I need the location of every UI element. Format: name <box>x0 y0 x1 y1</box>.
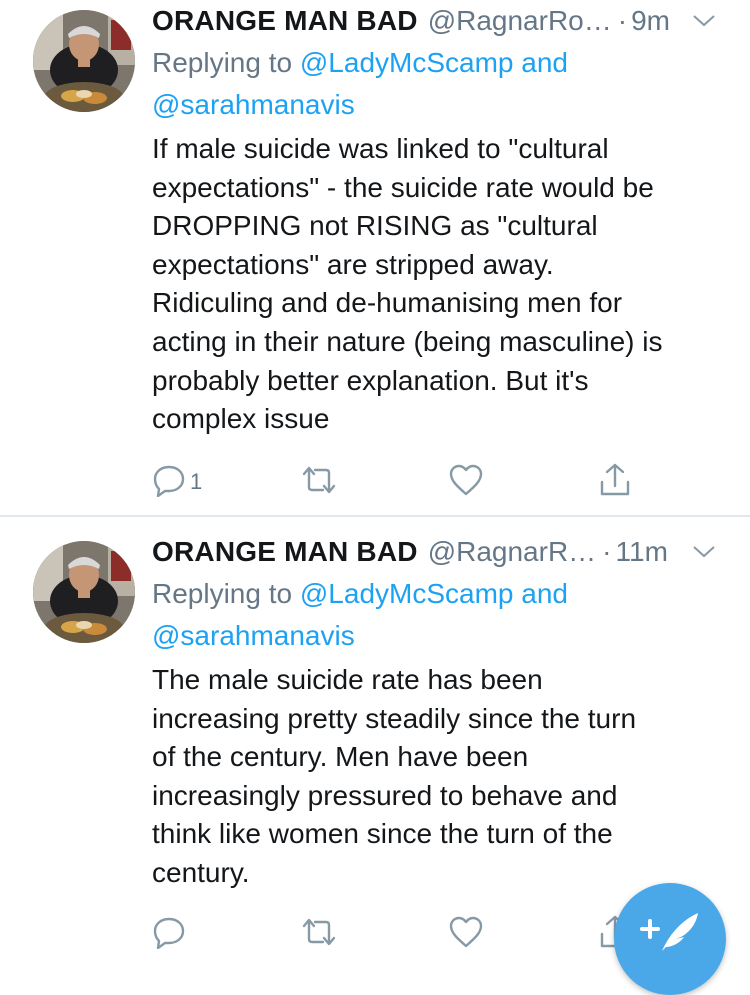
like-button[interactable] <box>448 462 484 502</box>
replying-to-label: Replying to <box>152 47 293 78</box>
user-handle[interactable]: @RagnarR… <box>428 532 596 572</box>
like-icon <box>448 915 484 954</box>
mention-joiner[interactable]: and <box>521 47 568 78</box>
retweet-button[interactable] <box>300 914 338 954</box>
tweet-actions <box>152 914 652 954</box>
mention-link[interactable]: @sarahmanavis <box>152 89 355 120</box>
timestamp[interactable]: 11m <box>616 532 668 572</box>
tweet-text: The male suicide rate has been increasin… <box>152 664 637 888</box>
avatar[interactable] <box>33 10 135 112</box>
mention-link[interactable]: @LadyMcScamp <box>300 578 514 609</box>
avatar[interactable] <box>33 541 135 643</box>
retweet-icon <box>300 917 338 952</box>
timestamp[interactable]: 9m <box>631 1 670 41</box>
like-icon <box>448 463 484 502</box>
tweet-header: ORANGE MAN BAD @RagnarRo… · 9m <box>152 1 720 41</box>
like-button[interactable] <box>448 914 484 954</box>
replying-to: Replying to @LadyMcScamp and @sarahmanav… <box>152 573 720 657</box>
reply-button[interactable] <box>152 914 190 954</box>
compose-tweet-button[interactable] <box>614 883 726 995</box>
display-name[interactable]: ORANGE MAN BAD <box>152 1 418 41</box>
retweet-icon <box>300 465 338 500</box>
replying-to: Replying to @LadyMcScamp and @sarahmanav… <box>152 42 720 126</box>
display-name[interactable]: ORANGE MAN BAD <box>152 532 418 572</box>
reply-count: 1 <box>190 469 203 494</box>
share-icon <box>598 462 632 503</box>
chevron-down-icon[interactable] <box>688 1 720 41</box>
share-button[interactable] <box>598 462 632 502</box>
replying-to-label: Replying to <box>152 578 293 609</box>
tweet-header: ORANGE MAN BAD @RagnarR… · 11m <box>152 532 720 572</box>
reply-icon <box>152 915 186 954</box>
mention-link[interactable]: @sarahmanavis <box>152 620 355 651</box>
mention-joiner[interactable]: and <box>521 578 568 609</box>
retweet-button[interactable] <box>300 462 338 502</box>
tweet[interactable]: ORANGE MAN BAD @RagnarRo… · 9m Replying … <box>0 0 750 515</box>
reply-button[interactable]: 1 <box>152 462 202 502</box>
tweet-actions: 1 <box>152 462 652 502</box>
tweet-text: If male suicide was linked to "cultural … <box>152 133 663 435</box>
mention-link[interactable]: @LadyMcScamp <box>300 47 514 78</box>
separator-dot: · <box>617 5 628 36</box>
user-handle[interactable]: @RagnarRo… <box>428 1 612 41</box>
chevron-down-icon[interactable] <box>688 532 720 572</box>
reply-icon <box>152 463 186 502</box>
separator-dot: · <box>602 536 612 567</box>
